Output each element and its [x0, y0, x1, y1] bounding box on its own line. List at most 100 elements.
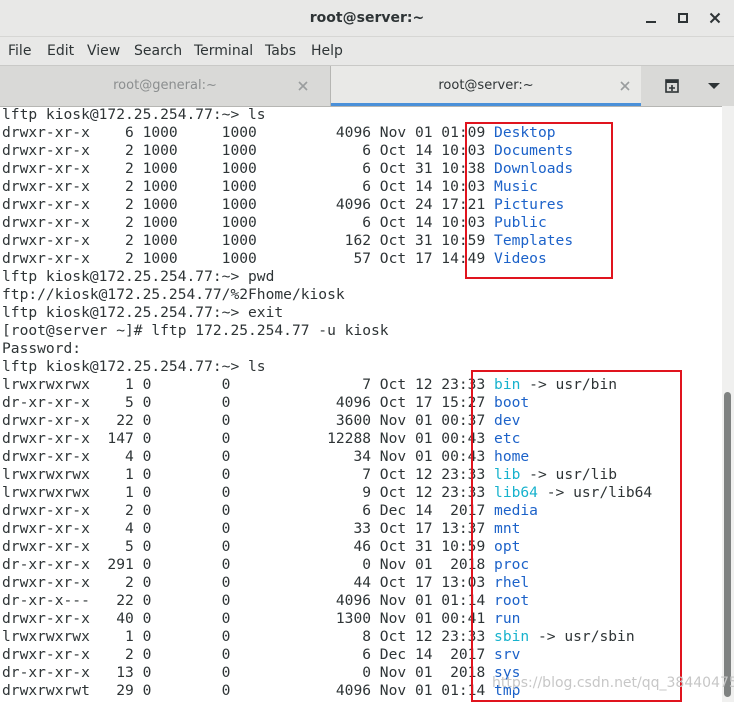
- tab-bar: root@general:~ root@server:~: [0, 65, 734, 107]
- terminal-text: drwxr-xr-x 2 1000 1000 57 Oct 17 14:49: [2, 250, 495, 267]
- terminal-text: drwxr-xr-x 2 1000 1000 6 Oct 31 10:38: [2, 160, 495, 177]
- file-name: bin: [494, 376, 521, 393]
- terminal-text: lrwxrwxrwx 1 0 0 7 Oct 12 23:33: [2, 466, 495, 483]
- terminal-line: lrwxrwxrwx 1 0 0 7 Oct 12 23:33 bin -> u…: [0, 376, 722, 394]
- file-name: srv: [494, 646, 521, 663]
- terminal-line: drwxr-xr-x 2 1000 1000 57 Oct 17 14:49 V…: [0, 250, 722, 268]
- maximize-button[interactable]: [674, 9, 692, 27]
- terminal-line: ftp://kiosk@172.25.254.77/%2Fhome/kiosk: [0, 286, 722, 304]
- file-name: root: [494, 592, 530, 609]
- terminal-text: dr-xr-xr-x 5 0 0 4096 Oct 17 15:27: [2, 394, 495, 411]
- menu-edit[interactable]: Edit: [47, 37, 74, 65]
- terminal-text: -> usr/sbin: [529, 628, 635, 645]
- close-button[interactable]: [706, 9, 724, 27]
- maximize-icon: [678, 13, 688, 23]
- terminal-text: lftp kiosk@172.25.254.77:~> exit: [2, 304, 284, 321]
- terminal-line: drwxr-xr-x 22 0 0 3600 Nov 01 00:37 dev: [0, 412, 722, 430]
- terminal-line: drwxr-xr-x 2 0 0 44 Oct 17 13:03 rhel: [0, 574, 722, 592]
- terminal-text: drwxr-xr-x 2 1000 1000 162 Oct 31 10:59: [2, 232, 495, 249]
- terminal-line: drwxr-xr-x 2 0 0 6 Dec 14 2017 srv: [0, 646, 722, 664]
- window-title: root@server:~: [309, 10, 425, 26]
- terminal-text: lftp kiosk@172.25.254.77:~> ls: [2, 106, 266, 123]
- terminal-text: Password:: [2, 340, 82, 357]
- scrollbar[interactable]: [722, 106, 734, 702]
- terminal-output[interactable]: lftp kiosk@172.25.254.77:~> ls drwxr-xr-x…: [0, 106, 722, 702]
- file-name: Music: [494, 178, 538, 195]
- terminal-line: lftp kiosk@172.25.254.77:~> ls: [0, 358, 722, 376]
- terminal-line: dr-xr-x--- 22 0 0 4096 Nov 01 01:14 root: [0, 592, 722, 610]
- menu-tabs[interactable]: Tabs: [265, 37, 296, 65]
- file-name: lib64: [494, 484, 538, 501]
- terminal-line: drwxr-xr-x 2 1000 1000 162 Oct 31 10:59 …: [0, 232, 722, 250]
- terminal-text: dr-xr-xr-x 13 0 0 0 Nov 01 2018: [2, 664, 495, 681]
- terminal-line: lrwxrwxrwx 1 0 0 8 Oct 12 23:33 sbin -> …: [0, 628, 722, 646]
- terminal-text: lrwxrwxrwx 1 0 0 7 Oct 12 23:33: [2, 376, 495, 393]
- watermark: https://blog.csdn.net/qq_38440475: [492, 675, 734, 691]
- terminal-line: dr-xr-xr-x 5 0 0 4096 Oct 17 15:27 boot: [0, 394, 722, 412]
- terminal-line: drwxr-xr-x 5 0 0 46 Oct 31 10:59 opt: [0, 538, 722, 556]
- file-name: mnt: [494, 520, 521, 537]
- terminal-line: lrwxrwxrwx 1 0 0 7 Oct 12 23:33 lib -> u…: [0, 466, 722, 484]
- minimize-icon: [646, 21, 656, 23]
- terminal-line: drwxr-xr-x 4 0 0 34 Nov 01 00:43 home: [0, 448, 722, 466]
- terminal-text: dr-xr-x--- 22 0 0 4096 Nov 01 01:14: [2, 592, 495, 609]
- tab-root-server[interactable]: root@server:~: [331, 66, 641, 106]
- terminal-text: lrwxrwxrwx 1 0 0 8 Oct 12 23:33: [2, 628, 495, 645]
- menu-terminal[interactable]: Terminal: [194, 37, 253, 65]
- terminal-text: drwxr-xr-x 2 0 0 6 Dec 14 2017: [2, 502, 495, 519]
- terminal-text: drwxr-xr-x 2 1000 1000 6 Oct 14 10:03: [2, 142, 495, 159]
- terminal-line: drwxr-xr-x 2 1000 1000 6 Oct 14 10:03 Mu…: [0, 178, 722, 196]
- menu-view[interactable]: View: [87, 37, 120, 65]
- terminal-line: drwxr-xr-x 2 1000 1000 6 Oct 14 10:03 Pu…: [0, 214, 722, 232]
- tab-root-general[interactable]: root@general:~: [0, 66, 330, 106]
- file-name: opt: [494, 538, 521, 555]
- menu-file[interactable]: File: [8, 37, 31, 65]
- chevron-down-icon[interactable]: [706, 81, 722, 91]
- menu-help[interactable]: Help: [311, 37, 343, 65]
- file-name: Documents: [494, 142, 574, 159]
- file-name: dev: [494, 412, 521, 429]
- terminal-text: drwxr-xr-x 22 0 0 3600 Nov 01 00:37: [2, 412, 495, 429]
- terminal-line: Password:: [0, 340, 722, 358]
- minimize-button[interactable]: [642, 9, 660, 27]
- terminal-line: lftp kiosk@172.25.254.77:~> pwd: [0, 268, 722, 286]
- title-bar: root@server:~: [0, 0, 734, 37]
- terminal-text: drwxr-xr-x 2 1000 1000 4096 Oct 24 17:21: [2, 196, 495, 213]
- terminal-text: drwxr-xr-x 2 0 0 6 Dec 14 2017: [2, 646, 495, 663]
- menu-search[interactable]: Search: [134, 37, 182, 65]
- file-name: media: [494, 502, 538, 519]
- terminal-line: drwxr-xr-x 2 1000 1000 6 Oct 14 10:03 Do…: [0, 142, 722, 160]
- terminal-text: dr-xr-xr-x 291 0 0 0 Nov 01 2018: [2, 556, 495, 573]
- terminal-text: lftp kiosk@172.25.254.77:~> pwd: [2, 268, 275, 285]
- new-tab-icon[interactable]: [661, 77, 685, 97]
- file-name: Pictures: [494, 196, 565, 213]
- file-name: run: [494, 610, 521, 627]
- terminal-line: drwxr-xr-x 4 0 0 33 Oct 17 13:37 mnt: [0, 520, 722, 538]
- close-icon[interactable]: [618, 79, 632, 93]
- terminal-text: drwxr-xr-x 40 0 0 1300 Nov 01 00:41: [2, 610, 495, 627]
- terminal-text: drwxr-xr-x 147 0 0 12288 Nov 01 00:43: [2, 430, 495, 447]
- close-icon: [709, 12, 721, 24]
- terminal-text: ftp://kiosk@172.25.254.77/%2Fhome/kiosk: [2, 286, 345, 303]
- close-icon[interactable]: [296, 79, 310, 93]
- terminal-line: drwxr-xr-x 2 1000 1000 4096 Oct 24 17:21…: [0, 196, 722, 214]
- terminal-text: -> usr/bin: [520, 376, 618, 393]
- file-name: etc: [494, 430, 521, 447]
- file-name: lib: [494, 466, 521, 483]
- terminal-line: [root@server ~]# lftp 172.25.254.77 -u k…: [0, 322, 722, 340]
- file-name: proc: [494, 556, 530, 573]
- file-name: Videos: [494, 250, 547, 267]
- terminal-line: drwxr-xr-x 40 0 0 1300 Nov 01 00:41 run: [0, 610, 722, 628]
- file-name: home: [494, 448, 530, 465]
- terminal-text: lftp kiosk@172.25.254.77:~> ls: [2, 358, 266, 375]
- terminal-line: drwxr-xr-x 2 0 0 6 Dec 14 2017 media: [0, 502, 722, 520]
- terminal-text: drwxr-xr-x 4 0 0 33 Oct 17 13:37: [2, 520, 495, 537]
- terminal-text: drwxr-xr-x 6 1000 1000 4096 Nov 01 01:09: [2, 124, 495, 141]
- tab-label: root@general:~: [113, 78, 217, 93]
- scrollbar-thumb[interactable]: [724, 392, 731, 697]
- terminal-text: -> usr/lib: [520, 466, 618, 483]
- file-name: sbin: [494, 628, 530, 645]
- terminal-line: dr-xr-xr-x 291 0 0 0 Nov 01 2018 proc: [0, 556, 722, 574]
- terminal-line: lftp kiosk@172.25.254.77:~> exit: [0, 304, 722, 322]
- menu-bar: File Edit View Search Terminal Tabs Help: [0, 37, 734, 65]
